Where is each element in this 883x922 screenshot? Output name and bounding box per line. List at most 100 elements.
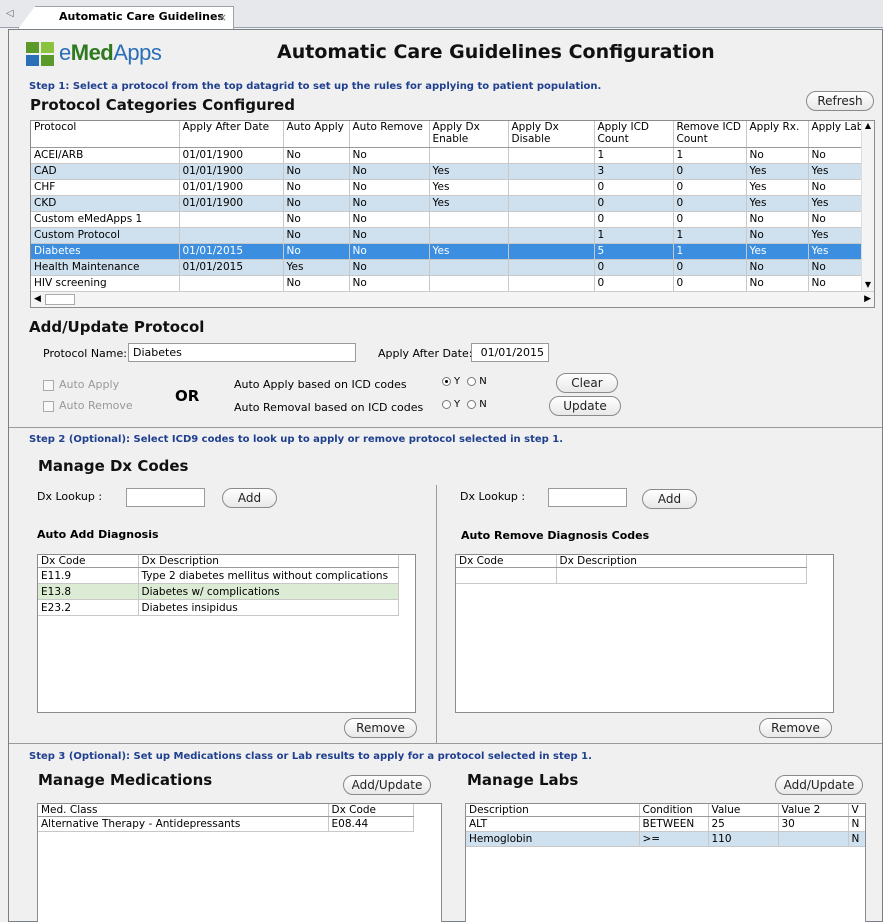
col-apply-rx[interactable]: Apply Rx. (746, 121, 809, 148)
table-cell (179, 211, 284, 228)
table-cell: Yes (283, 259, 350, 276)
auto-remove-label: Auto Remove (59, 399, 133, 412)
auto-apply-yes-radio[interactable]: Y (442, 376, 460, 387)
auto-remove-diagnosis-heading: Auto Remove Diagnosis Codes (461, 529, 650, 542)
col-value[interactable]: Value (708, 804, 779, 817)
horizontal-scrollbar[interactable]: ◀ ▶ (31, 291, 874, 307)
table-row[interactable]: Hemoglobin >= 110 N (466, 831, 865, 847)
divider (9, 427, 882, 428)
col-dx-code[interactable]: Dx Code (328, 804, 414, 817)
step2-instruction: Step 2 (Optional): Select ICD9 codes to … (29, 434, 564, 445)
table-cell (429, 275, 509, 292)
table-cell: 1 (673, 243, 747, 260)
col-apply-icd-count[interactable]: Apply ICD Count (594, 121, 674, 148)
table-cell: 0 (673, 195, 747, 212)
main-window: eMedApps Automatic Care Guidelines Confi… (8, 29, 883, 922)
col-dx-code[interactable]: Dx Code (38, 555, 139, 568)
auto-apply-checkbox[interactable]: Auto Apply (43, 378, 119, 391)
scroll-left-icon[interactable]: ◀ (34, 294, 41, 304)
table-row[interactable]: E11.9 Type 2 diabetes mellitus without co… (38, 567, 399, 584)
table-cell: Health Maintenance (31, 259, 180, 276)
table-row[interactable]: Diabetes 01/01/2015 No No Yes 5 1 Yes Yes (31, 243, 872, 260)
clear-button[interactable]: Clear (556, 373, 618, 393)
dx-lookup-label: Dx Lookup : (37, 490, 103, 503)
table-cell: Custom eMedApps 1 (31, 211, 180, 228)
protocol-name-input[interactable]: Diabetes (128, 343, 356, 362)
auto-removal-no-radio[interactable]: N (467, 399, 487, 410)
auto-apply-no-radio[interactable]: N (467, 376, 487, 387)
logo-text-apps: Apps (113, 40, 162, 65)
table-cell (508, 195, 595, 212)
refresh-button[interactable]: Refresh (806, 91, 874, 111)
auto-removal-yes-radio[interactable]: Y (442, 399, 460, 410)
update-button[interactable]: Update (549, 396, 621, 416)
table-cell: Yes (429, 195, 509, 212)
table-row[interactable]: CHF 01/01/1900 No No Yes 0 0 Yes No (31, 179, 872, 196)
remove-add-dx-button[interactable]: Remove (344, 718, 417, 738)
col-auto-remove[interactable]: Auto Remove (349, 121, 430, 148)
scroll-right-icon[interactable]: ▶ (864, 294, 871, 304)
col-apply-dx-enable[interactable]: Apply Dx Enable (429, 121, 509, 148)
table-row[interactable]: CAD 01/01/1900 No No Yes 3 0 Yes Yes (31, 163, 872, 180)
dx-lookup-input[interactable] (126, 488, 205, 507)
dx-lookup-remove-label: Dx Lookup : (460, 490, 526, 503)
col-dx-description[interactable]: Dx Description (556, 555, 807, 568)
protocol-categories-heading: Protocol Categories Configured (30, 96, 295, 114)
add-update-med-button[interactable]: Add/Update (343, 775, 431, 795)
table-row[interactable]: Custom eMedApps 1 No No 0 0 No No (31, 211, 872, 228)
col-description[interactable]: Description (466, 804, 640, 817)
table-cell: Yes (746, 243, 809, 260)
table-cell: N (848, 831, 865, 847)
table-cell (429, 259, 509, 276)
col-med-class[interactable]: Med. Class (38, 804, 329, 817)
auto-removal-icd-label: Auto Removal based on ICD codes (234, 401, 424, 414)
tab-scroll-left-icon[interactable]: ◁ (6, 8, 14, 19)
col-auto-apply[interactable]: Auto Apply (283, 121, 350, 148)
col-value-2[interactable]: Value 2 (778, 804, 849, 817)
vertical-scrollbar[interactable]: ▲ ▼ (861, 121, 874, 291)
protocol-grid: Protocol Apply After Date Auto Apply Aut… (30, 120, 875, 308)
col-apply-after-date[interactable]: Apply After Date (179, 121, 284, 148)
table-row[interactable]: ALT BETWEEN 25 30 N (466, 816, 865, 832)
medications-grid: Med. Class Dx Code Alternative Therapy -… (37, 803, 442, 922)
table-row[interactable]: HIV screening No No 0 0 No No (31, 275, 872, 292)
table-cell: CAD (31, 163, 180, 180)
scroll-thumb[interactable] (45, 294, 75, 305)
or-label: OR (175, 387, 200, 405)
col-protocol[interactable]: Protocol (31, 121, 180, 148)
col-v[interactable]: V (848, 804, 865, 817)
col-apply-dx-disable[interactable]: Apply Dx Disable (508, 121, 595, 148)
table-cell: 0 (594, 275, 674, 292)
table-row[interactable]: E23.2 Diabetes insipidus (38, 599, 399, 616)
col-condition[interactable]: Condition (639, 804, 709, 817)
dx-lookup-remove-input[interactable] (548, 488, 627, 507)
col-remove-icd-count[interactable]: Remove ICD Count (673, 121, 747, 148)
table-row[interactable]: Alternative Therapy - Antidepressants E08… (38, 816, 414, 832)
add-remove-dx-button[interactable]: Add (642, 489, 697, 509)
add-dx-button[interactable]: Add (222, 488, 277, 508)
table-row[interactable] (456, 567, 807, 584)
remove-remove-dx-button[interactable]: Remove (759, 718, 832, 738)
tab-config[interactable]: Automatic Care Guidelines Config v1.0 × (18, 6, 234, 29)
table-row[interactable]: Health Maintenance 01/01/2015 Yes No 0 0 No No (31, 259, 872, 276)
scroll-down-icon[interactable]: ▼ (862, 280, 874, 289)
col-dx-code[interactable]: Dx Code (456, 555, 557, 568)
apply-after-date-input[interactable]: 01/01/2015 (471, 343, 549, 362)
auto-remove-checkbox[interactable]: Auto Remove (43, 399, 133, 412)
table-cell: No (746, 211, 809, 228)
table-row[interactable]: E13.8 Diabetes w/ complications (38, 583, 399, 600)
table-row[interactable]: Custom Protocol No No 1 1 No Yes (31, 227, 872, 244)
auto-removal-radio-group: Y N (442, 399, 487, 410)
add-update-lab-button[interactable]: Add/Update (775, 775, 863, 795)
table-cell: No (283, 211, 350, 228)
table-cell: 0 (673, 259, 747, 276)
table-cell: ALT (466, 816, 640, 832)
close-icon[interactable]: × (218, 8, 227, 28)
add-update-heading: Add/Update Protocol (29, 318, 205, 336)
table-row[interactable]: ACEI/ARB 01/01/1900 No No 1 1 No No (31, 147, 872, 164)
divider (9, 743, 882, 744)
table-cell (508, 275, 595, 292)
table-row[interactable]: CKD 01/01/1900 No No Yes 0 0 Yes Yes (31, 195, 872, 212)
scroll-up-icon[interactable]: ▲ (862, 121, 874, 130)
col-dx-description[interactable]: Dx Description (138, 555, 399, 568)
